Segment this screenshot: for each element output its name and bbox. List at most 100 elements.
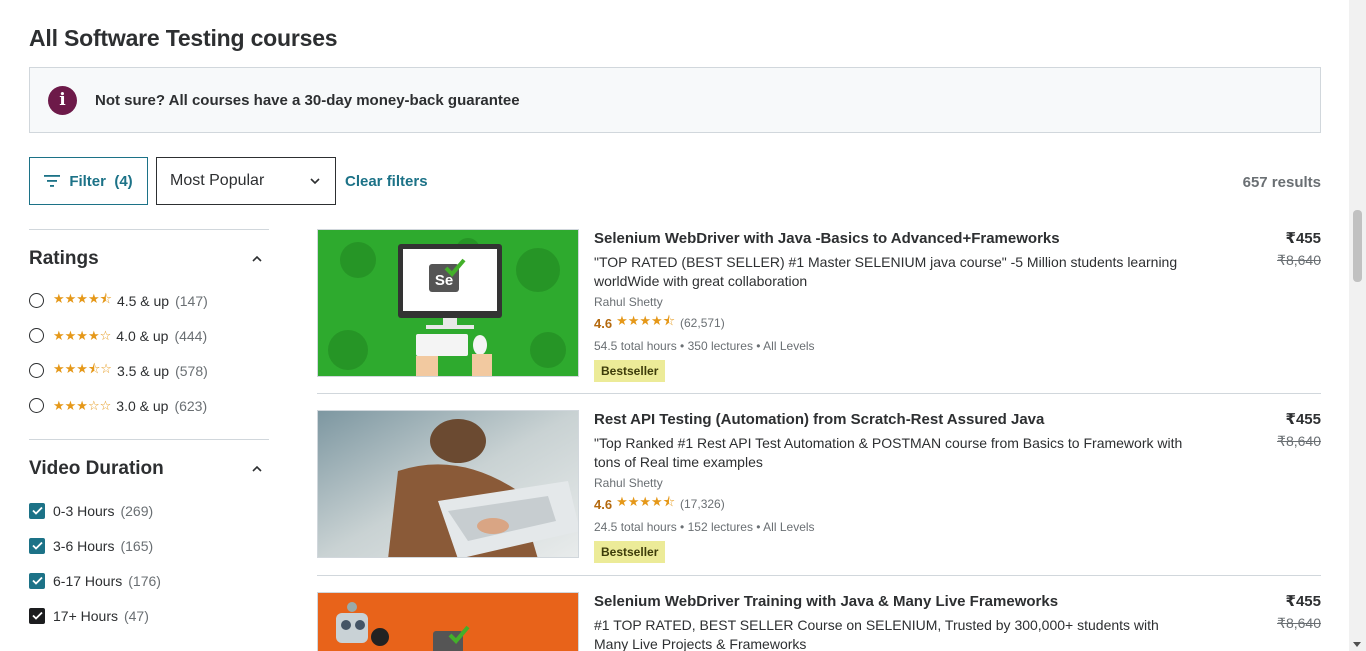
filter-sidebar: Ratings ★★★★⯪ 4.5 & up (147) ★★★★☆ 4.0 &… [29, 229, 269, 633]
course-info: Rest API Testing (Automation) from Scrat… [594, 410, 1214, 563]
course-meta: 24.5 total hours • 152 lectures • All Le… [594, 520, 815, 534]
duration-label: 6-17 Hours [53, 572, 123, 589]
rating-count: (444) [174, 327, 208, 344]
original-price: ₹8,640 [1277, 252, 1321, 268]
robot-selenium-illustration [318, 593, 578, 651]
duration-option-3-6[interactable]: 3-6 Hours (165) [29, 528, 269, 563]
rating-count: (623) [174, 397, 208, 414]
scroll-down-arrow-icon[interactable] [1353, 642, 1361, 647]
check-icon [31, 541, 43, 550]
chevron-down-icon [310, 178, 320, 185]
course-card[interactable]: Se Selenium WebDriver with Java -Basics … [317, 229, 1321, 382]
radio-button[interactable] [29, 363, 44, 378]
duration-count: (165) [120, 537, 154, 554]
current-price: ₹455 [1285, 593, 1321, 610]
course-thumbnail[interactable] [317, 410, 579, 558]
rating-option-3-5[interactable]: ★★★⯪☆ 3.5 & up (578) [29, 353, 269, 388]
filter-button[interactable]: Filter (4) [29, 157, 148, 205]
rating-label: 3.5 & up [116, 362, 170, 379]
course-card[interactable]: Selenium WebDriver Training with Java & … [317, 592, 1321, 651]
check-icon [31, 576, 43, 585]
duration-label: 3-6 Hours [53, 537, 115, 554]
video-duration-section-toggle[interactable]: Video Duration [29, 440, 269, 498]
checkbox[interactable] [29, 607, 45, 624]
check-icon [31, 611, 43, 620]
course-price: ₹455 ₹8,640 [1277, 229, 1321, 269]
rating-value: 4.6 [594, 315, 613, 331]
course-info: Selenium WebDriver Training with Java & … [594, 592, 1214, 651]
course-title[interactable]: Rest API Testing (Automation) from Scrat… [594, 411, 1214, 429]
current-price: ₹455 [1285, 230, 1321, 247]
duration-count: (176) [128, 572, 161, 589]
chevron-up-icon [252, 255, 262, 262]
star-rating-icon: ★★★☆☆ [53, 397, 112, 413]
filter-icon [44, 175, 61, 187]
duration-count: (47) [123, 607, 149, 624]
course-info: Selenium WebDriver with Java -Basics to … [594, 229, 1214, 382]
course-description: #1 TOP RATED, BEST SELLER Course on SELE… [594, 617, 1159, 651]
rating-option-4-5[interactable]: ★★★★⯪ 4.5 & up (147) [29, 283, 269, 318]
rating-option-3-0[interactable]: ★★★☆☆ 3.0 & up (623) [29, 388, 269, 423]
duration-option-6-17[interactable]: 6-17 Hours (176) [29, 563, 269, 598]
course-author: Rahul Shetty [594, 476, 663, 490]
duration-option-0-3[interactable]: 0-3 Hours (269) [29, 493, 269, 528]
scrollbar-thumb[interactable] [1353, 210, 1362, 282]
duration-label: 0-3 Hours [53, 502, 115, 519]
filter-count: (4) [114, 172, 133, 190]
course-thumbnail[interactable]: Se [317, 229, 579, 377]
original-price: ₹8,640 [1277, 433, 1321, 449]
star-rating-icon: ★★★★⯪ [616, 494, 676, 509]
divider [317, 393, 1321, 394]
course-thumbnail[interactable] [317, 592, 579, 651]
current-price: ₹455 [1285, 411, 1321, 428]
course-title[interactable]: Selenium WebDriver Training with Java & … [594, 593, 1214, 611]
radio-button[interactable] [29, 293, 44, 308]
laptop-user-photo [318, 411, 578, 557]
rating-count: (147) [175, 292, 208, 309]
ratings-title: Ratings [29, 248, 99, 269]
course-card[interactable]: Rest API Testing (Automation) from Scrat… [317, 410, 1321, 563]
radio-button[interactable] [29, 328, 44, 343]
checkbox[interactable] [29, 502, 45, 519]
review-count: (62,571) [680, 316, 725, 330]
course-title[interactable]: Selenium WebDriver with Java -Basics to … [594, 230, 1214, 248]
clear-filters-link[interactable]: Clear filters [345, 173, 428, 190]
star-rating-icon: ★★★⯪☆ [53, 360, 112, 376]
info-icon: i [48, 85, 77, 115]
page-title: All Software Testing courses [29, 25, 338, 51]
rating-label: 4.5 & up [116, 292, 170, 309]
duration-option-17-plus[interactable]: 17+ Hours (47) [29, 598, 269, 633]
star-rating-icon: ★★★★⯪ [53, 290, 112, 306]
course-meta: 54.5 total hours • 350 lectures • All Le… [594, 339, 815, 353]
checkbox[interactable] [29, 572, 45, 589]
star-rating-icon: ★★★★☆ [53, 327, 112, 343]
course-description: "Top Ranked #1 Rest API Test Automation … [594, 435, 1183, 470]
course-price: ₹455 ₹8,640 [1277, 592, 1321, 632]
sort-select[interactable]: Most Popular [156, 157, 336, 205]
selenium-monitor-illustration: Se [318, 230, 578, 376]
course-author: Rahul Shetty [594, 295, 663, 309]
bestseller-badge: Bestseller [594, 360, 666, 382]
rating-value: 4.6 [594, 496, 613, 512]
original-price: ₹8,640 [1277, 615, 1321, 631]
radio-button[interactable] [29, 398, 44, 413]
guarantee-banner: i Not sure? All courses have a 30-day mo… [29, 67, 1321, 133]
results-count: 657 results [1242, 174, 1321, 191]
guarantee-text: Not sure? All courses have a 30-day mone… [95, 91, 520, 109]
chevron-up-icon [252, 465, 262, 472]
duration-count: (269) [120, 502, 154, 519]
checkbox[interactable] [29, 537, 45, 554]
rating-count: (578) [175, 362, 208, 379]
filter-label: Filter [69, 172, 106, 190]
video-duration-title: Video Duration [29, 458, 164, 479]
divider [317, 575, 1321, 576]
rating-option-4-0[interactable]: ★★★★☆ 4.0 & up (444) [29, 318, 269, 353]
rating-label: 3.0 & up [116, 397, 169, 414]
course-rating: 4.6 ★★★★⯪ (62,571) [594, 312, 1214, 334]
vertical-scrollbar[interactable] [1349, 0, 1366, 651]
ratings-section-toggle[interactable]: Ratings [29, 230, 269, 288]
course-price: ₹455 ₹8,640 [1277, 410, 1321, 450]
sort-value: Most Popular [170, 172, 265, 189]
bestseller-badge: Bestseller [594, 541, 666, 563]
course-rating: 4.6 ★★★★⯪ (17,326) [594, 493, 1214, 515]
